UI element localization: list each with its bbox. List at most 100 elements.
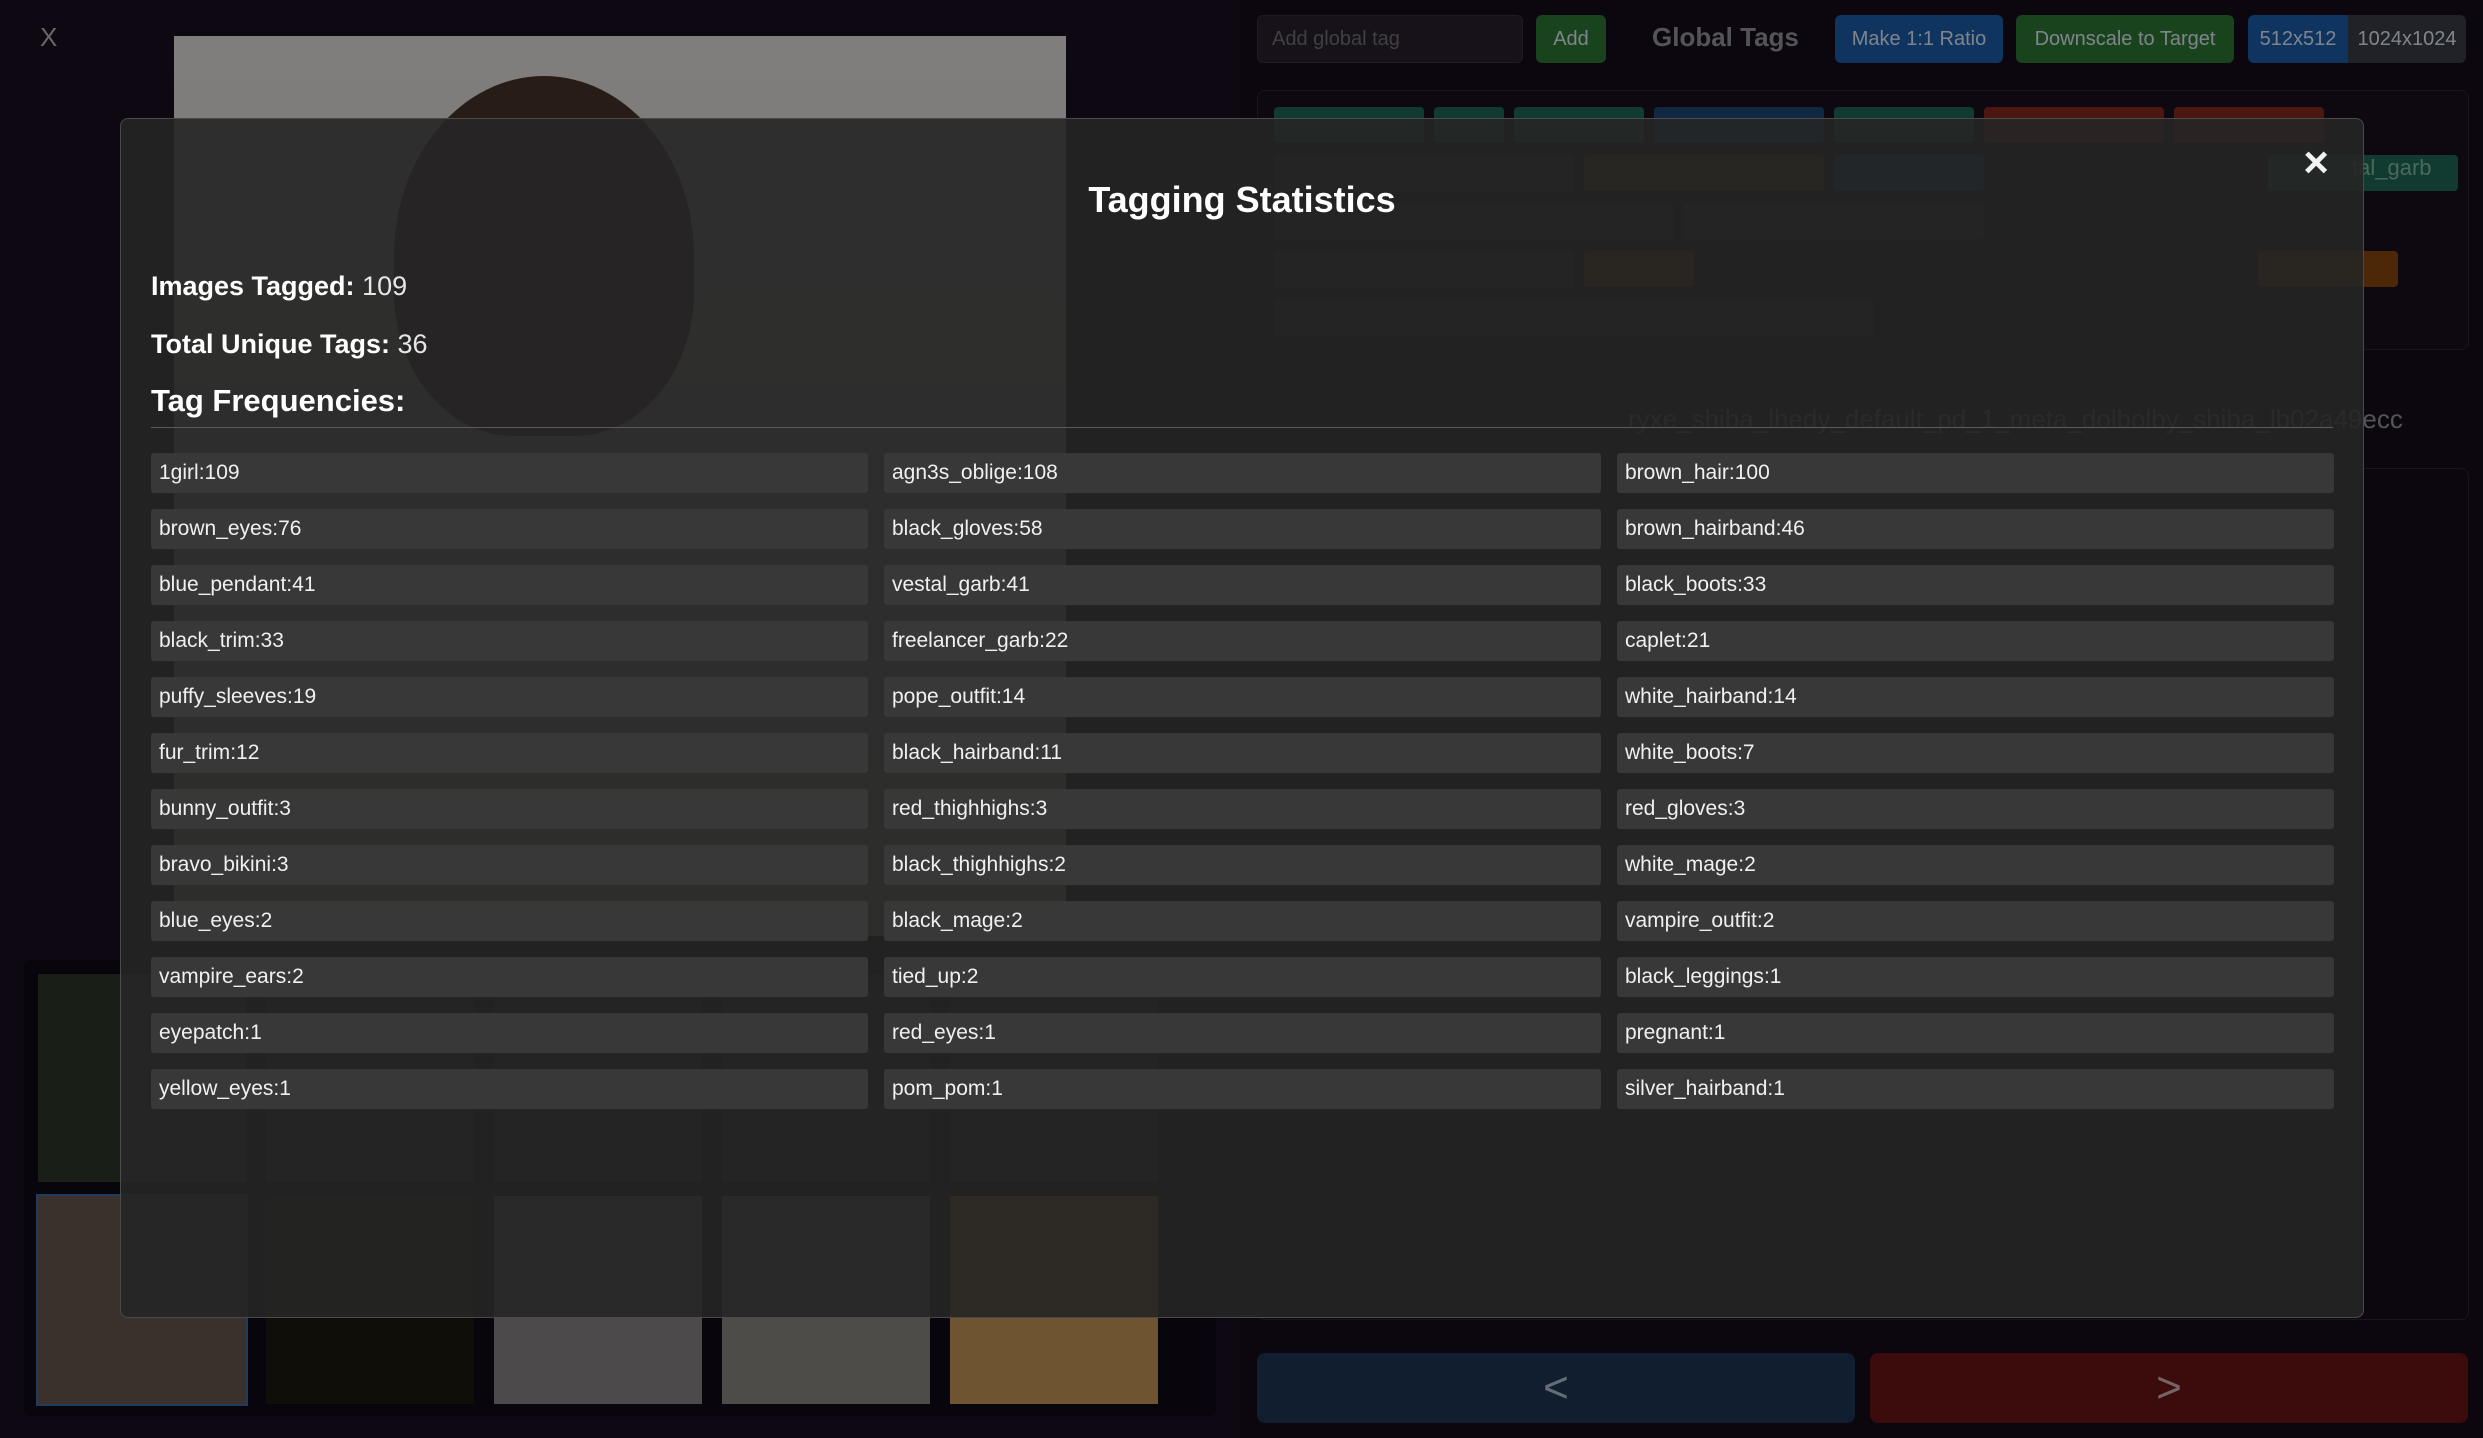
- unique-tags-value: 36: [397, 329, 428, 359]
- tag-frequency-item: bunny_outfit: 3: [151, 789, 868, 829]
- tag-name: black_mage: [892, 909, 1006, 932]
- tag-name: yellow_eyes: [159, 1077, 274, 1100]
- tag-name: caplet: [1625, 629, 1682, 652]
- tag-frequency-item: vampire_ears: 2: [151, 957, 868, 997]
- tag-frequency-item: black_mage: 2: [884, 901, 1601, 941]
- tag-frequency-item: white_mage: 2: [1617, 845, 2334, 885]
- tag-name: pom_pom: [892, 1077, 986, 1100]
- tag-name: black_boots: [1625, 573, 1738, 596]
- tag-frequency-item: fur_trim: 12: [151, 733, 868, 773]
- tag-count: 33: [1742, 573, 1767, 596]
- tag-count: 33: [260, 629, 284, 652]
- tag-name: brown_eyes: [159, 517, 273, 540]
- tag-name: blue_pendant: [159, 573, 287, 596]
- tag-name: blue_eyes: [159, 909, 255, 932]
- tag-count: 58: [1019, 517, 1043, 540]
- tag-count: 21: [1686, 629, 1711, 652]
- tag-frequency-item: black_hairband: 11: [884, 733, 1601, 773]
- tag-name: agn3s_oblige: [892, 461, 1017, 484]
- tag-count: 2: [1011, 909, 1023, 932]
- tag-count: 1: [984, 1021, 996, 1044]
- tag-frequency-item: eyepatch: 1: [151, 1013, 868, 1053]
- tag-name: black_thighhighs: [892, 853, 1049, 876]
- tag-name: white_mage: [1625, 853, 1739, 876]
- tag-name: bunny_outfit: [159, 797, 274, 820]
- tag-count: 2: [1762, 909, 1775, 932]
- tag-count: 3: [1733, 797, 1746, 820]
- tag-name: black_leggings: [1625, 965, 1764, 988]
- tag-name: black_hairband: [892, 741, 1035, 764]
- tag-frequency-item: 1girl: 109: [151, 453, 868, 493]
- tag-frequency-item: black_thighhighs: 2: [884, 845, 1601, 885]
- tag-frequency-item: silver_hairband: 1: [1617, 1069, 2334, 1109]
- tag-frequency-item: yellow_eyes: 1: [151, 1069, 868, 1109]
- tag-name: fur_trim: [159, 741, 231, 764]
- tag-name: pope_outfit: [892, 685, 996, 708]
- tag-frequency-item: white_hairband: 14: [1617, 677, 2334, 717]
- tag-count: 3: [276, 853, 289, 876]
- images-tagged-label: Images Tagged:: [151, 271, 355, 301]
- tag-frequency-item: brown_hair: 100: [1617, 453, 2334, 493]
- tag-frequency-item: red_gloves: 3: [1617, 789, 2334, 829]
- tag-count: 109: [204, 461, 240, 484]
- tag-count: 1: [1713, 1021, 1726, 1044]
- images-tagged-value: 109: [362, 271, 408, 301]
- tag-name: white_boots: [1625, 741, 1738, 764]
- tag-name: white_hairband: [1625, 685, 1768, 708]
- images-tagged-stat: Images Tagged: 109: [151, 271, 407, 302]
- tag-frequency-item: black_leggings: 1: [1617, 957, 2334, 997]
- tag-frequency-item: red_thighhighs: 3: [884, 789, 1601, 829]
- tag-frequency-item: pope_outfit: 14: [884, 677, 1601, 717]
- tag-name: 1girl: [159, 461, 199, 484]
- modal-title: Tagging Statistics: [1088, 179, 1396, 220]
- tag-count: 1: [1773, 1077, 1785, 1100]
- tag-count: 11: [1040, 741, 1063, 764]
- tag-count: 41: [292, 573, 316, 596]
- tag-count: 1: [1769, 965, 1782, 988]
- tag-count: 2: [966, 965, 979, 988]
- tagging-statistics-modal: × Tagging Statistics Images Tagged: 109 …: [120, 118, 2364, 1318]
- tag-name: red_eyes: [892, 1021, 979, 1044]
- tag-count: 1: [279, 1077, 291, 1100]
- tag-count: 14: [1001, 685, 1026, 708]
- tag-name: black_trim: [159, 629, 255, 652]
- tag-count: 108: [1022, 461, 1058, 484]
- tag-name: freelancer_garb: [892, 629, 1040, 652]
- tag-count: 2: [1744, 853, 1756, 876]
- tag-frequency-item: black_gloves: 58: [884, 509, 1601, 549]
- tag-frequencies-title: Tag Frequencies:: [151, 383, 406, 418]
- tag-frequency-item: red_eyes: 1: [884, 1013, 1601, 1053]
- tag-name: black_gloves: [892, 517, 1014, 540]
- tag-count: 3: [279, 797, 291, 820]
- tag-count: 7: [1742, 741, 1755, 764]
- tag-name: silver_hairband: [1625, 1077, 1768, 1100]
- tag-frequency-grid: 1girl: 109 agn3s_oblige: 108 brown_hair: 1…: [151, 453, 2335, 1109]
- tag-frequency-item: tied_up: 2: [884, 957, 1601, 997]
- tag-name: bravo_bikini: [159, 853, 272, 876]
- tag-name: red_thighhighs: [892, 797, 1030, 820]
- tag-name: vestal_garb: [892, 573, 1001, 596]
- tag-frequency-item: bravo_bikini: 3: [151, 845, 868, 885]
- divider: [151, 427, 2333, 428]
- tag-count: 14: [1773, 685, 1797, 708]
- tag-frequency-item: puffy_sleeves: 19: [151, 677, 868, 717]
- tag-count: 2: [260, 909, 273, 932]
- tag-count: 1: [250, 1021, 262, 1044]
- tag-name: eyepatch: [159, 1021, 245, 1044]
- tag-count: 22: [1044, 629, 1069, 652]
- tag-count: 2: [292, 965, 304, 988]
- tag-frequency-item: caplet: 21: [1617, 621, 2334, 661]
- unique-tags-label: Total Unique Tags:: [151, 329, 390, 359]
- tag-count: 100: [1734, 461, 1770, 484]
- tag-count: 41: [1006, 573, 1030, 596]
- tag-frequency-item: black_trim: 33: [151, 621, 868, 661]
- tag-frequency-item: white_boots: 7: [1617, 733, 2334, 773]
- tag-frequency-item: pom_pom: 1: [884, 1069, 1601, 1109]
- tag-name: brown_hairband: [1625, 517, 1776, 540]
- tag-frequency-item: blue_pendant: 41: [151, 565, 868, 605]
- tag-name: pregnant: [1625, 1021, 1708, 1044]
- tag-count: 12: [236, 741, 260, 764]
- tag-frequency-item: black_boots: 33: [1617, 565, 2334, 605]
- tag-count: 1: [991, 1077, 1003, 1100]
- tag-count: 46: [1781, 517, 1805, 540]
